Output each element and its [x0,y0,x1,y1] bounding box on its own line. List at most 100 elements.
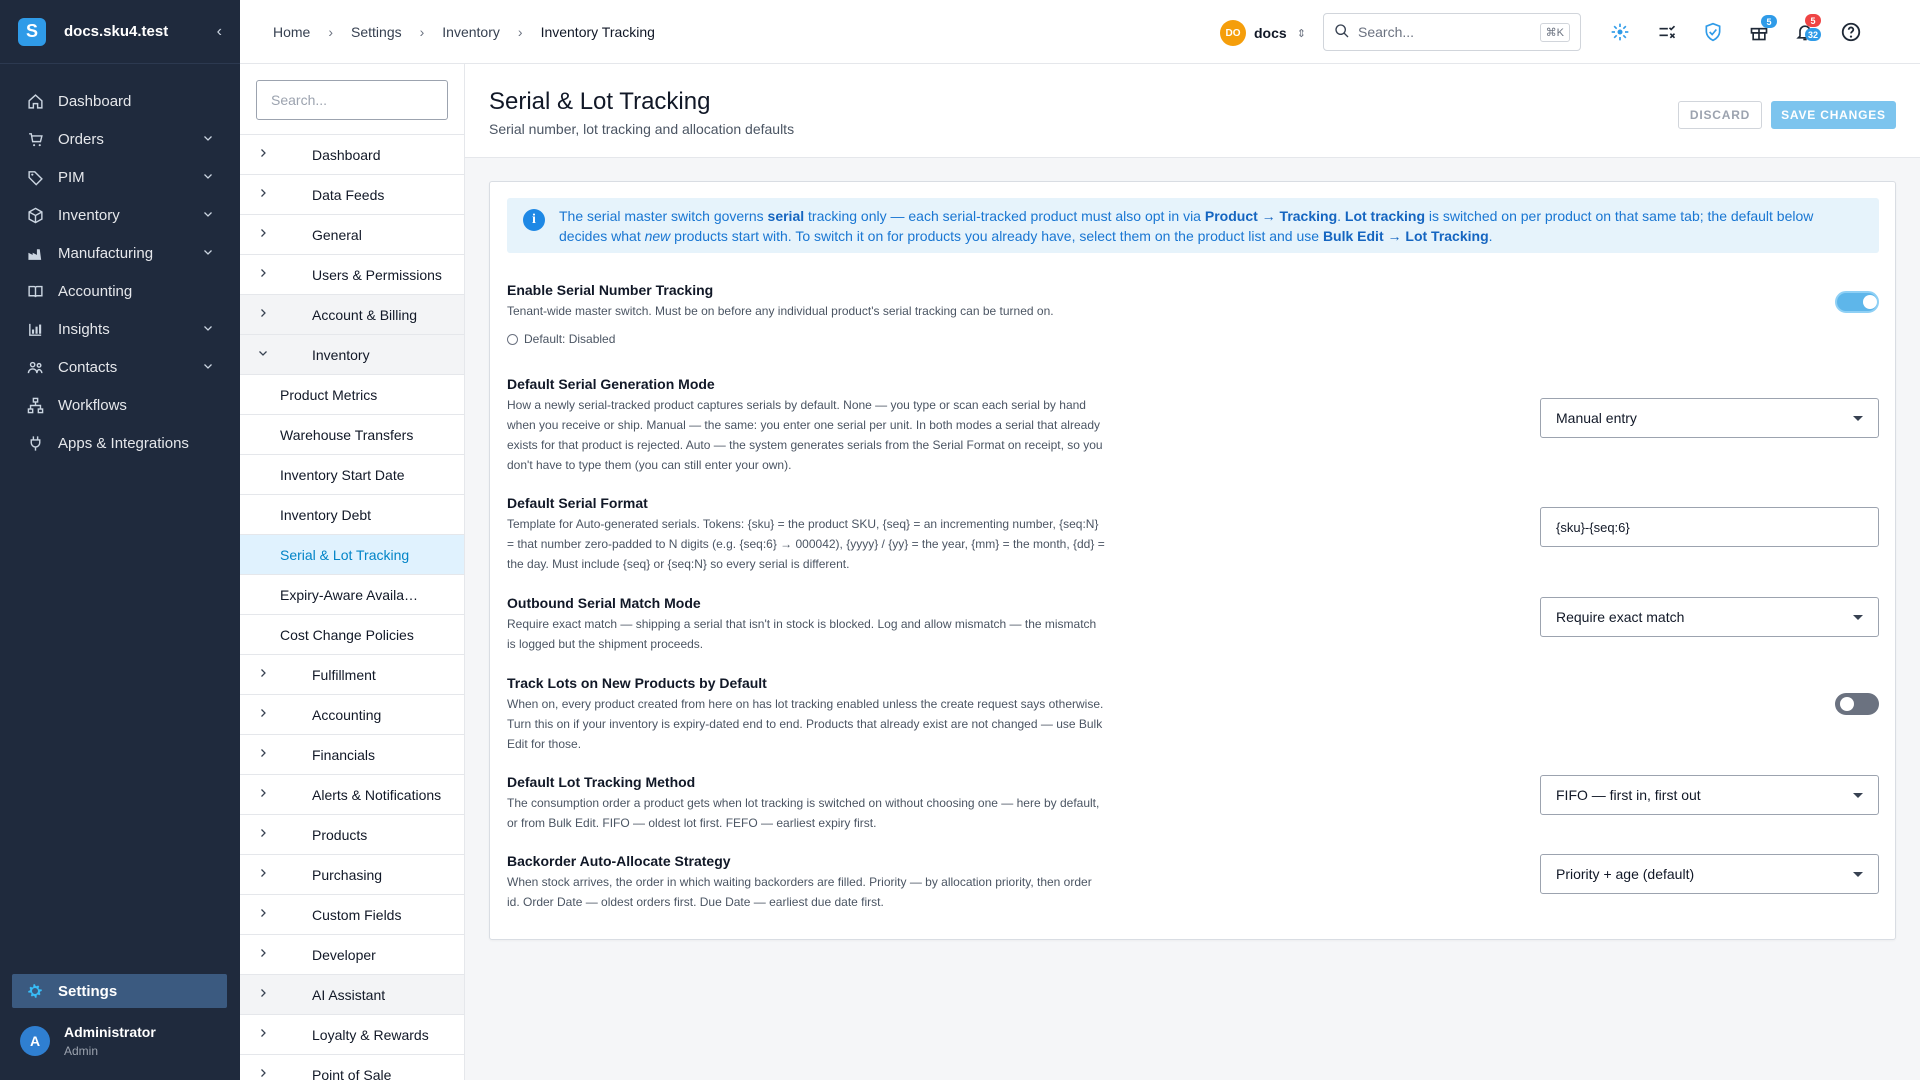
settings-nav-item[interactable]: Alerts & Notifications [240,775,464,815]
workspace-badge: DO [1220,20,1246,46]
settings-nav-label: Purchasing [312,866,383,883]
search-input[interactable] [1358,24,1540,40]
tag-icon [26,168,44,186]
serial-tracking-toggle[interactable] [1835,291,1879,313]
page-header: Serial & Lot Tracking Serial number, lot… [465,64,1920,158]
sidebar-item-inventory[interactable]: Inventory [0,196,240,234]
user-role: Admin [64,1044,99,1058]
bell-icon[interactable]: 5 32 [1793,14,1822,44]
help-icon[interactable] [1839,20,1863,44]
discard-button[interactable]: DISCARD [1678,101,1762,129]
brand-logo[interactable]: S [18,17,46,46]
settings-nav-label: Dashboard [312,146,381,163]
global-search[interactable]: ⌘K [1323,13,1581,51]
avatar: A [20,1026,50,1056]
chevron-right-icon [257,987,283,1002]
sidebar-item-manufacturing[interactable]: Manufacturing [0,234,240,272]
sidebar-item-label: Insights [58,320,110,338]
sidebar-item-workflows[interactable]: Workflows [0,386,240,424]
chevron-down-icon [202,208,214,223]
clock-icon [507,333,518,345]
brand-name[interactable]: docs.sku4.test [64,23,217,40]
settings-nav-item[interactable]: Serial & Lot Tracking [240,535,464,575]
chevron-right-icon: › [328,23,334,40]
info-banner: i The serial master switch governs seria… [507,198,1879,253]
gift-icon[interactable]: 5 [1747,15,1777,44]
save-changes-button[interactable]: SAVE CHANGES [1771,101,1896,129]
people-icon [26,358,44,376]
settings-nav-item[interactable]: Developer [240,935,464,975]
alerts-badge-top: 5 [1805,14,1821,27]
chevron-left-icon[interactable]: ‹ [217,23,222,41]
settings-nav-label: Loyalty & Rewards [312,1026,429,1043]
sidebar-item-insights[interactable]: Insights [0,310,240,348]
info-icon: i [523,209,545,231]
chevron-right-icon [257,747,283,762]
sidebar-item-orders[interactable]: Orders [0,120,240,158]
settings-nav-item[interactable]: Cost Change Policies [240,615,464,655]
workspace-switcher[interactable]: DO docs ⇕ [1220,20,1306,46]
settings-nav-item[interactable]: Account & Billing [240,295,464,335]
select-value: Manual entry [1556,410,1637,426]
breadcrumb-item[interactable]: Settings [351,24,402,40]
settings-nav-label: Accounting [312,706,382,723]
settings-nav-item[interactable]: Dashboard [240,135,464,175]
sidebar-item-apps-integrations[interactable]: Apps & Integrations [0,424,240,462]
setting-description: When on, every product created from here… [507,697,1104,751]
settings-nav-item[interactable]: Products [240,815,464,855]
settings-nav-item[interactable]: Custom Fields [240,895,464,935]
shield-icon[interactable] [1701,20,1725,44]
settings-nav-item[interactable]: Product Metrics [240,375,464,415]
settings-nav-item[interactable]: Loyalty & Rewards [240,1015,464,1055]
settings-nav-item[interactable]: Data Feeds [240,175,464,215]
sidebar-item-pim[interactable]: PIM [0,158,240,196]
chevron-right-icon [257,787,283,802]
settings-nav-label: Cost Change Policies [280,626,414,643]
settings-nav-item[interactable]: Accounting [240,695,464,735]
generation-mode-select[interactable]: Manual entry [1540,398,1879,438]
settings-search-input[interactable] [256,80,448,120]
chevron-right-icon [257,667,283,682]
settings-nav-item[interactable]: General [240,215,464,255]
chevron-right-icon: › [419,23,425,40]
sidebar-item-contacts[interactable]: Contacts [0,348,240,386]
task-check-icon[interactable] [1655,20,1679,44]
sidebar-item-accounting[interactable]: Accounting [0,272,240,310]
settings-nav-item[interactable]: Financials [240,735,464,775]
sidebar-item-settings[interactable]: Settings [12,974,227,1008]
box-icon [26,206,44,224]
chevron-right-icon: › [517,23,523,40]
settings-nav-item[interactable]: Inventory [240,335,464,375]
settings-nav-item[interactable]: Purchasing [240,855,464,895]
settings-nav-item[interactable]: Inventory Debt [240,495,464,535]
dropdown-arrow-icon [1853,792,1863,798]
settings-nav-item[interactable]: Inventory Start Date [240,455,464,495]
brand-header: S docs.sku4.test ‹ [0,0,240,64]
settings-nav-item[interactable]: AI Assistant [240,975,464,1015]
settings-nav-item[interactable]: Expiry-Aware Availability [240,575,464,615]
chevron-right-icon [257,867,283,882]
settings-nav-item[interactable]: Users & Permissions [240,255,464,295]
setting-lot-method: Default Lot Tracking Method The consumpt… [507,774,1879,833]
settings-nav-item[interactable]: Fulfillment [240,655,464,695]
breadcrumb-item[interactable]: Home [273,24,310,40]
lot-method-select[interactable]: FIFO — first in, first out [1540,775,1879,815]
sidebar-item-dashboard[interactable]: Dashboard [0,82,240,120]
settings-nav-item[interactable]: Warehouse Transfers [240,415,464,455]
home-icon [26,92,44,110]
match-mode-select[interactable]: Require exact match [1540,597,1879,637]
track-lots-toggle[interactable] [1835,693,1879,715]
user-name: Administrator [64,1024,156,1040]
settings-nav-item[interactable]: Point of Sale [240,1055,464,1080]
setting-match-mode: Outbound Serial Match Mode Require exact… [507,595,1879,654]
backorder-strategy-select[interactable]: Priority + age (default) [1540,854,1879,894]
setting-description: How a newly serial-tracked product captu… [507,398,1103,472]
chevron-down-icon [202,246,214,261]
breadcrumb-item[interactable]: Inventory [442,24,500,40]
serial-format-input[interactable] [1540,507,1879,547]
setting-description: When stock arrives, the order in which w… [507,875,1092,909]
sidebar-item-label: Apps & Integrations [58,434,189,452]
ai-sparkle-icon[interactable] [1608,20,1632,44]
user-profile[interactable]: A Administrator Admin [20,1024,156,1058]
chevron-right-icon [257,1067,283,1080]
